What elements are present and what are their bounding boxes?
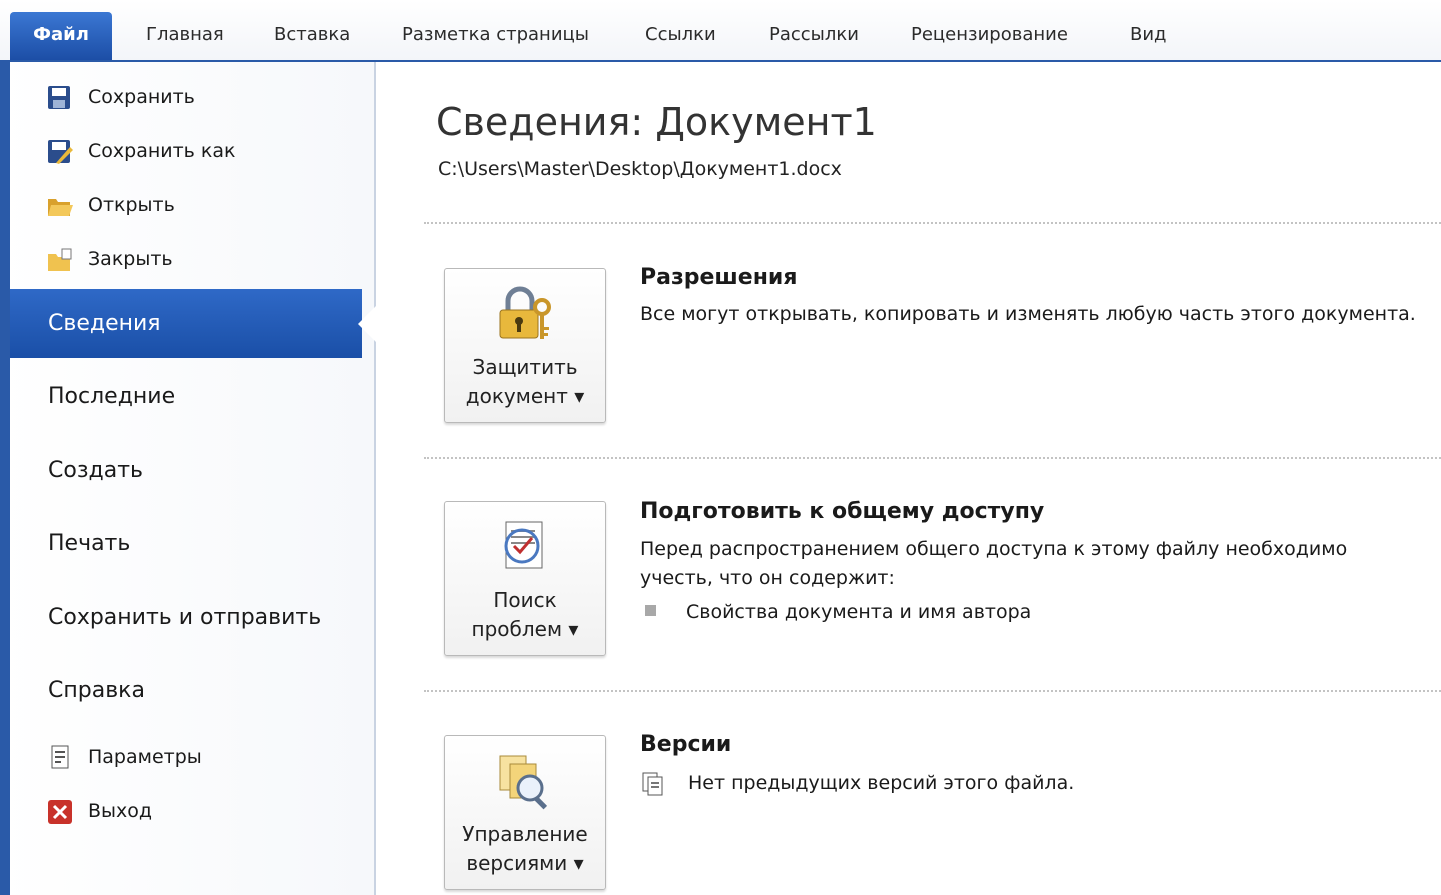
nav-item-info[interactable]: Сведения (10, 289, 362, 358)
manage-versions-button[interactable]: Управление версиями ▾ (444, 735, 606, 890)
prepare-sharing-text-2: учесть, что он содержит: (640, 567, 895, 589)
check-for-issues-button[interactable]: Поиск проблем ▾ (444, 501, 606, 656)
nav-accent-bar (0, 62, 10, 895)
page-title: Сведения: Документ1 (436, 100, 877, 144)
inspect-document-icon (492, 516, 556, 580)
manage-versions-label: Управление версиями ▾ (445, 820, 605, 878)
permissions-text: Все могут открывать, копировать и изменя… (640, 303, 1416, 325)
protect-label-line1: Защитить (472, 355, 578, 379)
separator (424, 222, 1441, 224)
tab-references[interactable]: Ссылки (645, 12, 716, 58)
close-folder-icon (46, 247, 74, 273)
open-folder-icon (46, 193, 74, 219)
check-for-issues-label: Поиск проблем ▾ (445, 586, 605, 644)
versions-text: Нет предыдущих версий этого файла. (688, 772, 1075, 794)
lock-key-icon (492, 283, 556, 347)
tab-review[interactable]: Рецензирование (911, 12, 1068, 58)
save-command[interactable]: Сохранить (46, 81, 195, 113)
nav-item-new[interactable]: Создать (48, 455, 143, 487)
protect-label-line2: документ ▾ (465, 384, 585, 408)
separator (424, 457, 1441, 459)
save-as-command[interactable]: Сохранить как (46, 135, 236, 167)
separator (424, 690, 1441, 692)
nav-item-info-label: Сведения (48, 311, 161, 336)
open-label: Открыть (88, 194, 175, 216)
tab-page-layout[interactable]: Разметка страницы (402, 12, 589, 58)
tab-home[interactable]: Главная (146, 12, 224, 58)
nav-item-save-send[interactable]: Сохранить и отправить (48, 602, 321, 634)
issues-label-line1: Поиск (493, 588, 557, 612)
nav-item-print[interactable]: Печать (48, 528, 130, 560)
options-command[interactable]: Параметры (46, 741, 202, 773)
manage-versions-icon (492, 750, 556, 814)
exit-command[interactable]: Выход (46, 795, 152, 827)
prepare-sharing-text-1: Перед распространением общего доступа к … (640, 538, 1348, 560)
protect-document-label: Защитить документ ▾ (445, 353, 605, 411)
versions-heading: Версии (640, 732, 732, 757)
document-path: C:\Users\Master\Desktop\Документ1.docx (438, 158, 842, 180)
versions-label-line2: версиями ▾ (466, 851, 584, 875)
exit-label: Выход (88, 800, 153, 822)
versions-doc-icon (640, 771, 666, 797)
versions-label-line1: Управление (462, 822, 588, 846)
options-icon (46, 745, 74, 771)
tab-file[interactable]: Файл (10, 12, 112, 60)
issues-label-line2: проблем ▾ (471, 617, 579, 641)
save-icon (46, 85, 74, 111)
protect-document-button[interactable]: Защитить документ ▾ (444, 268, 606, 423)
nav-item-help[interactable]: Справка (48, 675, 145, 707)
tab-mailings[interactable]: Рассылки (769, 12, 859, 58)
open-command[interactable]: Открыть (46, 189, 175, 221)
options-label: Параметры (88, 746, 202, 768)
close-label: Закрыть (88, 248, 173, 270)
exit-icon (46, 799, 74, 825)
permissions-heading: Разрешения (640, 265, 798, 290)
nav-item-recent[interactable]: Последние (48, 381, 175, 413)
prepare-sharing-heading: Подготовить к общему доступу (640, 499, 1045, 524)
ribbon-tab-bar: Файл Главная Вставка Разметка страницы С… (0, 0, 1441, 62)
save-as-icon (46, 139, 74, 165)
save-as-label: Сохранить как (88, 140, 236, 162)
selected-indicator (358, 306, 376, 342)
save-label: Сохранить (88, 86, 195, 108)
tab-insert[interactable]: Вставка (274, 12, 350, 58)
tab-view[interactable]: Вид (1130, 12, 1167, 58)
document-properties-item: Свойства документа и имя автора (686, 601, 1032, 623)
bullet-icon (645, 605, 656, 616)
close-command[interactable]: Закрыть (46, 243, 173, 275)
